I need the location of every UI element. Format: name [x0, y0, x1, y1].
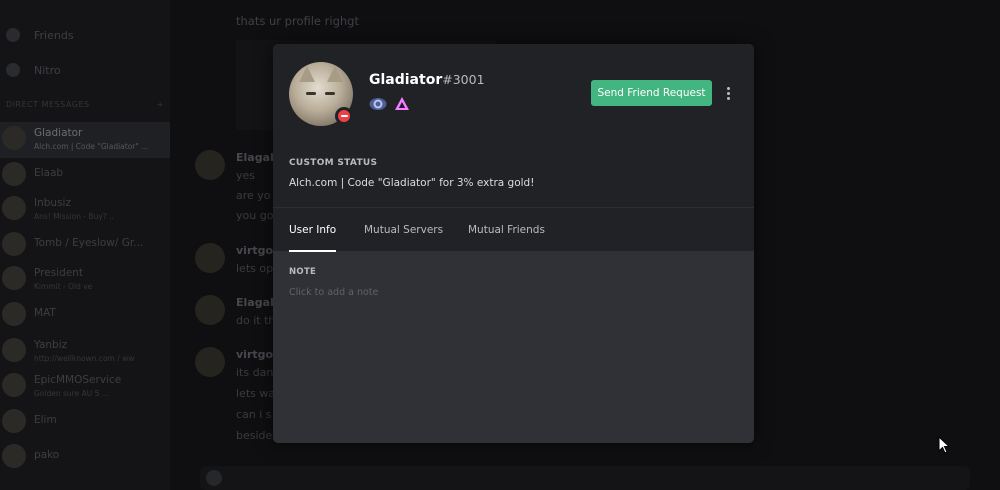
dnd-status-icon	[335, 107, 353, 125]
message-author[interactable]: virtgol	[236, 348, 277, 361]
note-label: NOTE	[289, 267, 317, 277]
user-profile-modal: Gladiator#3001 Send Friend Request CUSTO…	[273, 44, 754, 443]
custom-status-text: Alch.com | Code "Gladiator" for 3% extra…	[289, 177, 535, 189]
avatar	[2, 162, 26, 186]
avatar	[2, 444, 26, 468]
avatar	[195, 295, 225, 325]
more-vertical-icon[interactable]	[721, 82, 735, 104]
dm-item[interactable]: Tomb / Eyeslow/ Gr...	[0, 228, 170, 264]
dm-item[interactable]: MAT	[0, 298, 170, 334]
dm-item[interactable]: President Kimmit - Old ve	[0, 262, 170, 298]
discriminator: #3001	[442, 72, 485, 87]
username: Gladiator#3001	[369, 72, 485, 88]
avatar	[2, 266, 26, 290]
tab-mutual-friends[interactable]: Mutual Friends	[468, 208, 545, 252]
avatar	[195, 150, 225, 180]
message-text: lets op	[236, 262, 274, 275]
tab-user-info[interactable]: User Info	[289, 208, 337, 252]
nitro-icon	[6, 63, 20, 77]
profile-tabs: User Info Mutual Servers Mutual Friends	[273, 207, 754, 252]
note-input[interactable]	[285, 283, 725, 301]
dm-header: DIRECT MESSAGES +	[6, 100, 164, 109]
dm-item-gladiator[interactable]: Gladiator Alch.com | Code "Gladiator" ..…	[0, 122, 170, 158]
message-text: lets wa	[236, 387, 276, 400]
message-text: its dan	[236, 366, 274, 379]
message-text: thats ur profile righgt	[236, 14, 359, 28]
dm-item[interactable]: EpicMMOService Golden sure AU 5 ...	[0, 369, 170, 405]
dm-sidebar: Friends Nitro DIRECT MESSAGES + Gladiato…	[0, 0, 170, 490]
avatar	[2, 196, 26, 220]
avatar	[195, 243, 225, 273]
avatar	[2, 232, 26, 256]
message-author[interactable]: virtgol	[236, 244, 277, 257]
send-friend-request-button[interactable]: Send Friend Request	[591, 80, 712, 106]
message-author[interactable]: Elagab	[236, 296, 278, 309]
profile-header: Gladiator#3001 Send Friend Request CUSTO…	[273, 44, 754, 207]
mouse-cursor-icon	[938, 436, 950, 454]
avatar	[2, 338, 26, 362]
avatar	[195, 347, 225, 377]
dm-item[interactable]: Yanbiz http://wellknown.com / ww	[0, 334, 170, 370]
message-author[interactable]: Elagab	[236, 151, 278, 164]
message-text: are yo	[236, 189, 271, 202]
tab-mutual-servers[interactable]: Mutual Servers	[364, 208, 443, 252]
avatar	[2, 373, 26, 397]
hypesquad-triangle-icon[interactable]	[393, 95, 411, 113]
avatar	[2, 409, 26, 433]
message-text: you go	[236, 209, 274, 222]
nav-friends[interactable]: Friends	[6, 24, 74, 46]
avatar	[2, 126, 26, 150]
dm-item[interactable]: Elaab	[0, 158, 170, 194]
plus-icon[interactable]: +	[157, 100, 164, 109]
plus-icon[interactable]	[206, 470, 222, 486]
profile-badges	[369, 95, 411, 113]
message-input[interactable]	[200, 466, 970, 490]
hypesquad-balance-icon[interactable]	[369, 95, 387, 113]
custom-status-label: CUSTOM STATUS	[289, 158, 378, 168]
message-text: can i s	[236, 408, 272, 421]
dm-item[interactable]: Inbusiz Ans! Mission - Buy? ..	[0, 192, 170, 228]
avatar	[2, 302, 26, 326]
message-text: do it th	[236, 314, 276, 327]
friends-icon	[6, 28, 20, 42]
dm-item[interactable]: Elim	[0, 405, 170, 441]
nav-nitro[interactable]: Nitro	[6, 59, 61, 81]
dm-item[interactable]: pako	[0, 440, 170, 476]
message-text: yes	[236, 169, 256, 182]
message-text: beside	[236, 429, 273, 442]
